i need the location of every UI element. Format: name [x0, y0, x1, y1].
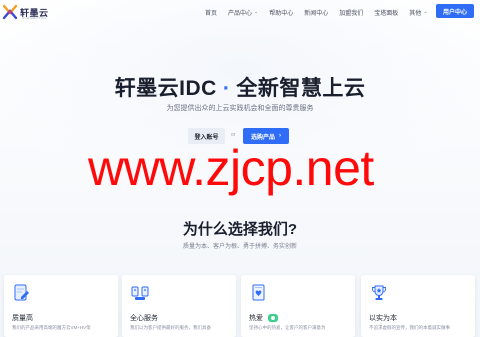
why-us-title: 为什么选择我们? — [182, 221, 298, 238]
eye-badge-icon — [268, 314, 278, 322]
chevron-right-icon: › — [279, 133, 281, 139]
logo-mark-icon — [2, 4, 18, 20]
card-description: 坚持心中的热爱，让客户的客户满意为 — [249, 325, 326, 330]
feature-card-quality[interactable]: 质量高 我们的产品采用高端的魔方云VM+HV架 — [4, 275, 118, 337]
trophy-icon — [372, 285, 386, 300]
or-separator: or — [231, 132, 236, 138]
user-center-button[interactable]: 用户中心 — [436, 4, 474, 18]
logo-subtext: XUANMOYUN — [22, 16, 47, 20]
nav-item-bt-panel[interactable]: 宝塔面板 — [374, 8, 398, 17]
nav-item-news[interactable]: 新闻中心 — [304, 8, 328, 17]
watermark-text: www.zjcp.net — [88, 140, 374, 196]
card-title: 质量高 — [12, 313, 33, 323]
nav-item-products[interactable]: 产品中心 ⌄ — [228, 8, 258, 17]
feature-card-service[interactable]: 全心服务 我们以为客户提供最好的服务，我们具备 — [122, 275, 236, 337]
card-title: 以实为本 — [369, 313, 397, 323]
hero-subtitle: 为您提供出众的上云实践机会和全面的尊贵服务 — [166, 105, 314, 112]
site-logo[interactable]: 轩墨云 XUANMOYUN — [2, 3, 60, 21]
top-navbar: 轩墨云 XUANMOYUN 首页 产品中心 ⌄ 帮助中心 新闻中心 加盟我们 宝… — [0, 0, 480, 24]
card-title-text: 全心服务 — [130, 315, 158, 322]
heart-document-icon — [252, 284, 265, 301]
card-description: 我们以为客户提供最好的服务，我们具备 — [130, 325, 211, 330]
card-title: 全心服务 — [130, 313, 158, 323]
card-title: 热爱 — [249, 313, 278, 323]
feature-cards: 质量高 我们的产品采用高端的魔方云VM+HV架 全心服务 我们以为客户提供最好的… — [0, 275, 480, 337]
nav-item-other[interactable]: 其他 ⌄ — [409, 8, 427, 17]
nav-item-home[interactable]: 首页 — [205, 8, 217, 17]
nav-label: 帮助中心 — [269, 10, 294, 17]
tablet-pen-icon — [14, 284, 29, 301]
card-title-text: 热爱 — [249, 315, 263, 322]
chevron-down-icon: ⌄ — [423, 9, 428, 15]
feature-card-integrity[interactable]: 以实为本 不追求虚假的宣传，我们的本着诚实做事 — [361, 275, 475, 337]
main-nav: 首页 产品中心 ⌄ 帮助中心 新闻中心 加盟我们 宝塔面板 其他 ⌄ — [205, 0, 439, 24]
card-description: 不追求虚假的宣传，我们的本着诚实做事 — [369, 325, 450, 330]
nav-label: 产品中心 — [228, 10, 253, 17]
card-description: 我们的产品采用高端的魔方云VM+HV架 — [12, 325, 91, 330]
nav-label: 宝塔面板 — [374, 10, 399, 17]
hero-title-dot: · — [222, 77, 231, 100]
servers-icon — [131, 286, 149, 300]
hero-title-right: 全新智慧上云 — [236, 77, 366, 100]
nav-item-help[interactable]: 帮助中心 — [269, 8, 293, 17]
chevron-down-icon: ⌄ — [254, 9, 259, 15]
hero-title-left: 轩墨云IDC — [114, 77, 217, 100]
card-title-text: 以实为本 — [369, 315, 397, 322]
nav-label: 首页 — [205, 10, 218, 17]
hero-title: 轩墨云IDC · 全新智慧上云 — [0, 72, 480, 102]
nav-label: 其他 — [409, 10, 422, 17]
nav-label: 新闻中心 — [304, 10, 329, 17]
why-us-subtitle: 质量为本、客户为根、勇于拼搏、务实创新 — [182, 244, 297, 250]
feature-card-passion[interactable]: 热爱 坚持心中的热爱，让客户的客户满意为 — [241, 275, 355, 337]
nav-label: 加盟我们 — [339, 10, 364, 17]
card-title-text: 质量高 — [12, 315, 33, 322]
nav-item-join[interactable]: 加盟我们 — [339, 8, 363, 17]
